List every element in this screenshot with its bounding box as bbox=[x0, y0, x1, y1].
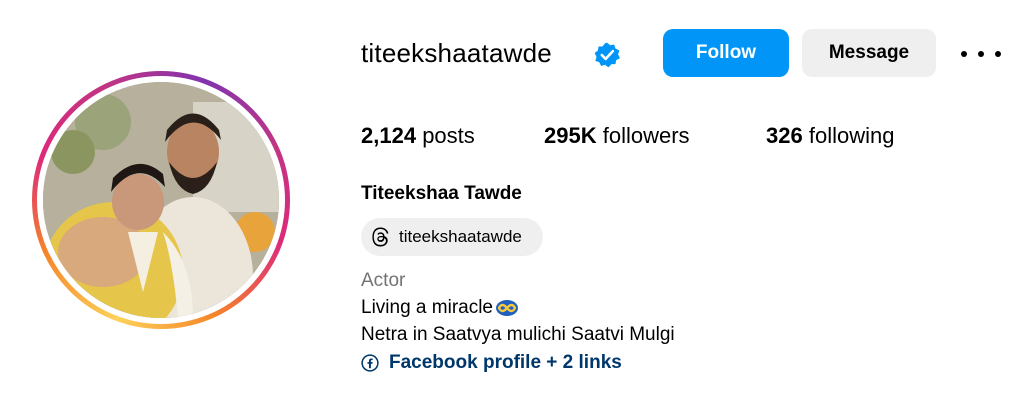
following-count: 326 bbox=[766, 123, 803, 148]
threads-badge[interactable]: titeekshaatawde bbox=[361, 218, 543, 256]
bio-line-2: Netra in Saatvya mulichi Saatvi Mulgi bbox=[361, 324, 675, 345]
bio-line-1: Living a miracle bbox=[361, 297, 519, 319]
more-dot bbox=[961, 51, 967, 57]
posts-label: posts bbox=[422, 123, 475, 148]
more-options-icon[interactable] bbox=[961, 42, 1001, 66]
stat-posts: 2,124 posts bbox=[361, 123, 475, 149]
avatar-frame bbox=[37, 76, 285, 324]
threads-handle: titeekshaatawde bbox=[399, 227, 522, 246]
verified-badge-icon bbox=[594, 42, 620, 68]
more-dot bbox=[995, 51, 1001, 57]
facebook-icon bbox=[361, 354, 379, 372]
avatar[interactable] bbox=[43, 82, 279, 318]
external-links[interactable]: Facebook profile + 2 links bbox=[361, 352, 622, 374]
follow-button[interactable]: Follow bbox=[663, 29, 789, 77]
profile-category: Actor bbox=[361, 270, 406, 291]
links-text: Facebook profile + 2 links bbox=[389, 352, 622, 373]
more-dot bbox=[978, 51, 984, 57]
posts-count: 2,124 bbox=[361, 123, 417, 148]
profile-full-name: Titeekshaa Tawde bbox=[361, 183, 522, 204]
message-button[interactable]: Message bbox=[802, 29, 936, 77]
stat-following[interactable]: 326 following bbox=[766, 123, 894, 149]
followers-label: followers bbox=[602, 123, 690, 148]
threads-icon bbox=[372, 227, 389, 247]
infinity-emoji-icon bbox=[496, 300, 518, 316]
following-label: following bbox=[808, 123, 895, 148]
followers-count: 295K bbox=[544, 123, 597, 148]
story-ring[interactable] bbox=[32, 71, 290, 329]
bio-line-1-text: Living a miracle bbox=[361, 297, 493, 318]
stat-followers[interactable]: 295K followers bbox=[544, 123, 690, 149]
avatar-photo bbox=[43, 82, 279, 318]
profile-username: titeekshaatawde bbox=[361, 38, 552, 68]
